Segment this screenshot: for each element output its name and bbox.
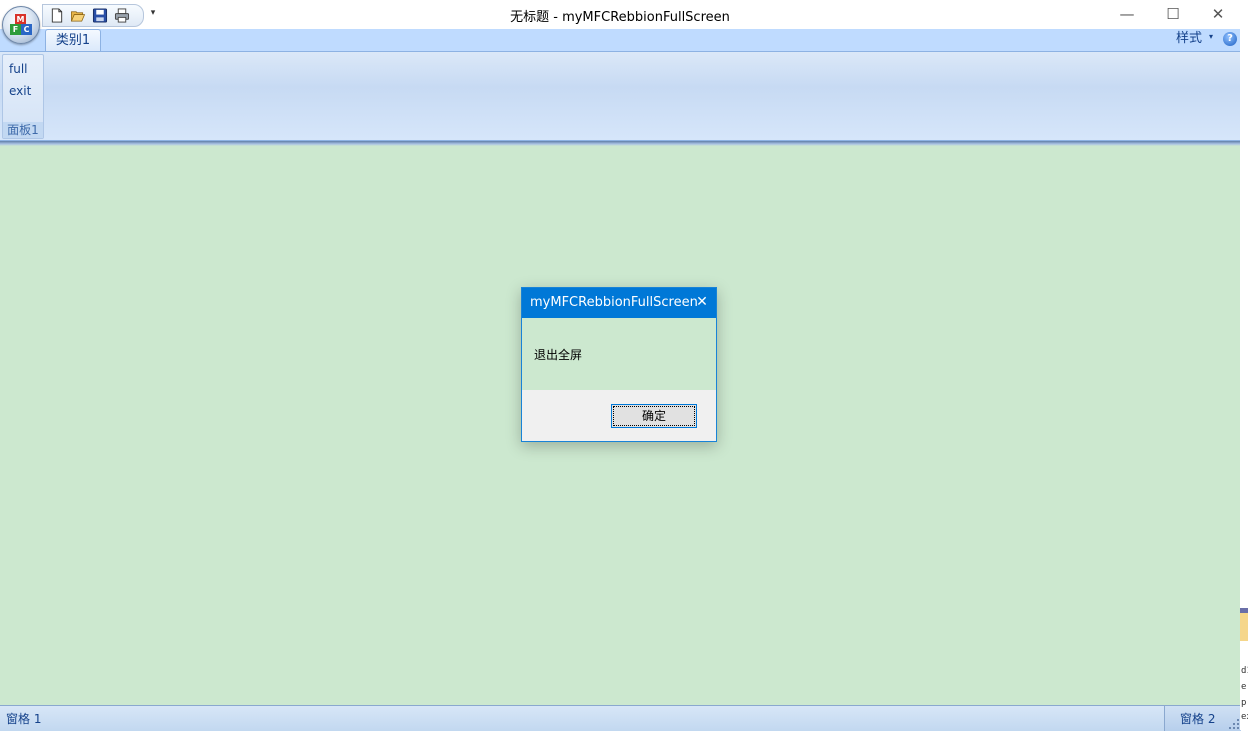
- chevron-down-icon[interactable]: ▾: [1209, 32, 1213, 41]
- dialog-close-button[interactable]: ✕: [692, 292, 712, 312]
- full-button[interactable]: full: [9, 62, 28, 76]
- exit-button[interactable]: exit: [9, 84, 31, 98]
- background-window-strip: [1240, 0, 1248, 730]
- ribbon-panel-1: full exit 面板1: [2, 54, 44, 139]
- background-text: ex: [1241, 712, 1248, 722]
- resize-grip-icon[interactable]: [1229, 719, 1239, 729]
- panel-caption: 面板1: [3, 122, 43, 138]
- style-menu[interactable]: 样式: [1176, 30, 1202, 48]
- main-window: ▾ 无标题 - myMFCRebbionFullScreen — ☐ ✕ M F…: [0, 0, 1241, 731]
- ok-button[interactable]: 确定: [611, 404, 697, 428]
- window-title: 无标题 - myMFCRebbionFullScreen: [510, 10, 730, 25]
- background-text: e.: [1241, 682, 1248, 692]
- status-pane-2-box: 窗格 2: [1164, 706, 1241, 731]
- help-icon[interactable]: ?: [1223, 32, 1237, 46]
- background-text: d1: [1241, 666, 1248, 676]
- ribbon-tab-bar: 类别1 样式 ▾ ?: [0, 29, 1240, 51]
- close-button[interactable]: ✕: [1195, 0, 1241, 29]
- background-band: [1240, 613, 1248, 641]
- maximize-button[interactable]: ☐: [1150, 0, 1196, 29]
- dialog-title: myMFCRebbionFullScreen: [530, 295, 698, 310]
- message-dialog: myMFCRebbionFullScreen ✕ 退出全屏 确定: [521, 287, 717, 442]
- title-bar[interactable]: ▾ 无标题 - myMFCRebbionFullScreen — ☐ ✕: [0, 0, 1240, 29]
- ribbon-panel-area: full exit 面板1: [0, 51, 1240, 141]
- minimize-button[interactable]: —: [1104, 0, 1150, 29]
- dialog-footer: 确定: [522, 390, 716, 441]
- mfc-logo-icon: M F C: [10, 14, 32, 36]
- application-button[interactable]: M F C: [2, 6, 40, 44]
- ribbon-separator: [0, 141, 1240, 146]
- dialog-title-bar[interactable]: myMFCRebbionFullScreen ✕: [522, 288, 716, 318]
- background-text: p:: [1241, 698, 1248, 708]
- tab-category1[interactable]: 类别1: [45, 29, 101, 51]
- dialog-message: 退出全屏: [534, 348, 583, 362]
- status-bar: 窗格 1 窗格 2: [0, 705, 1241, 731]
- status-pane-1: 窗格 1: [6, 712, 42, 726]
- status-pane-2: 窗格 2: [1180, 712, 1216, 726]
